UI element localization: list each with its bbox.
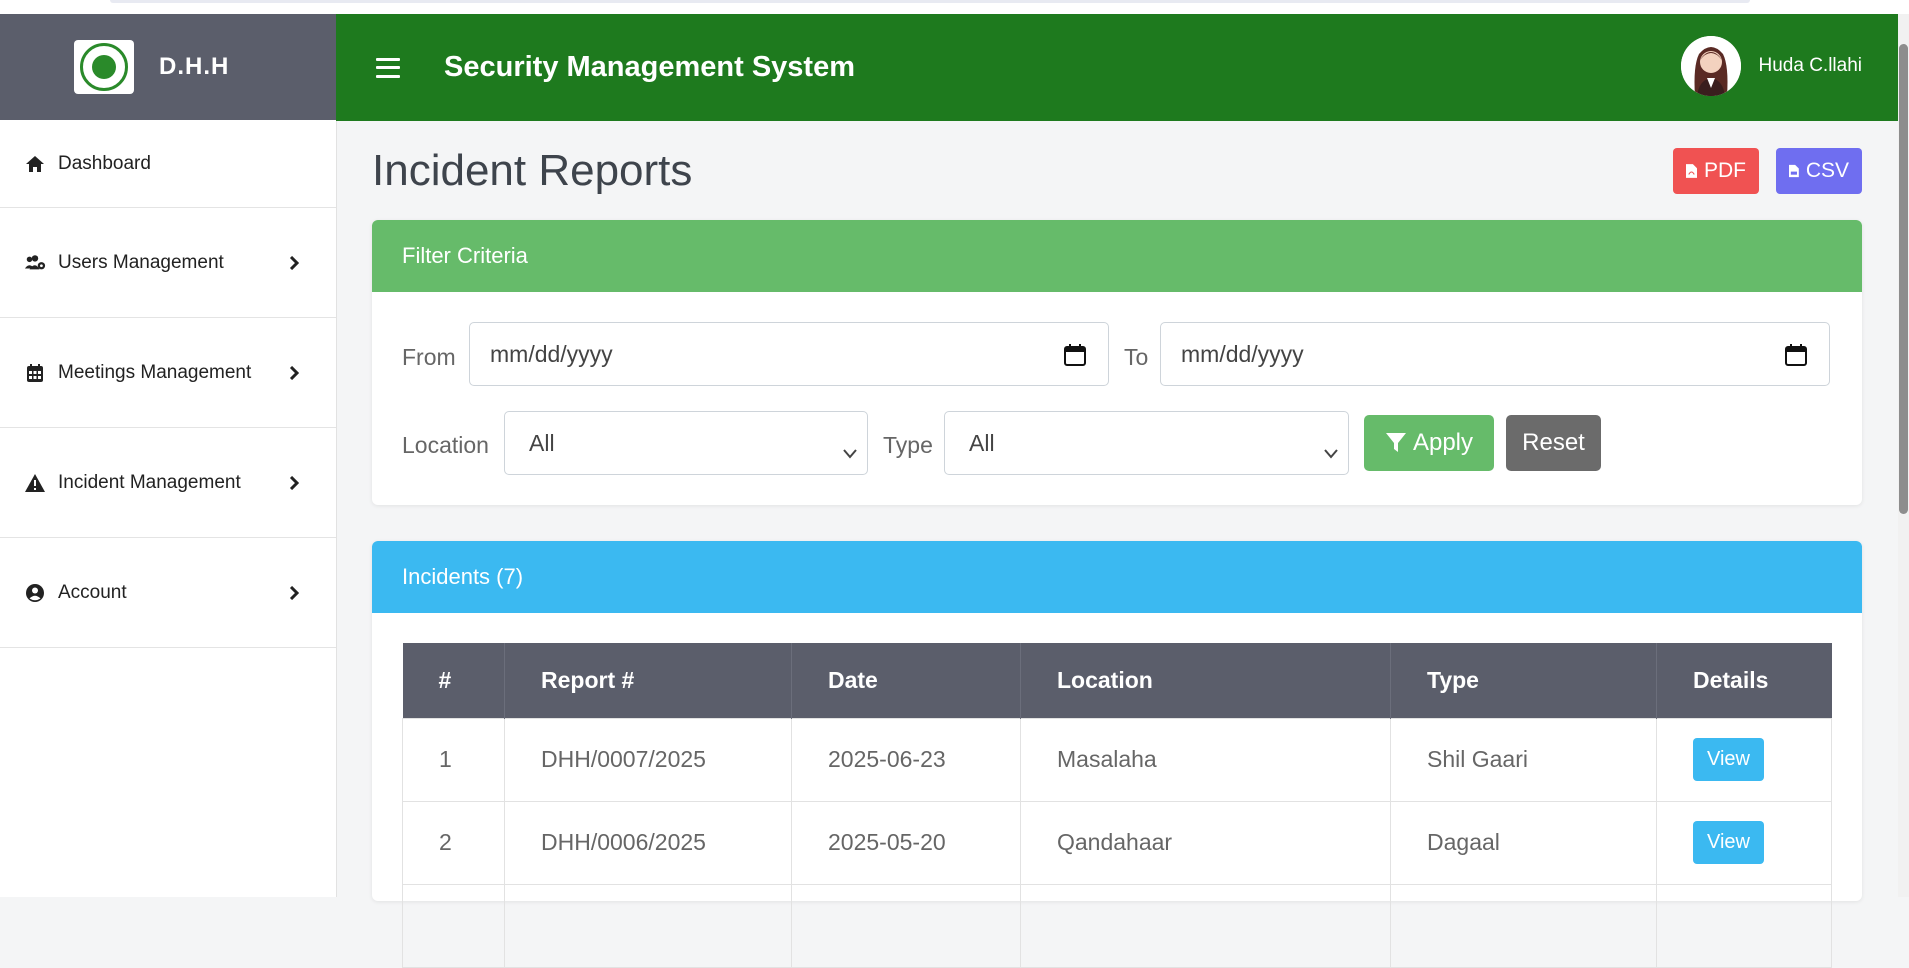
user-menu[interactable]: Huda C.llahi bbox=[1680, 36, 1863, 96]
cell-details: View bbox=[1656, 800, 1832, 885]
cell-location: Masalaha bbox=[1020, 717, 1391, 802]
type-label: Type bbox=[883, 432, 933, 458]
apply-filter-button[interactable]: Apply bbox=[1364, 415, 1494, 471]
cell-report: DHH/0006/2025 bbox=[504, 800, 792, 885]
cell-type: Dagaal bbox=[1390, 800, 1657, 885]
users-cog-icon bbox=[24, 253, 46, 273]
sidebar-item-label: Incident Management bbox=[58, 471, 241, 493]
table-row: 1 DHH/0007/2025 2025-06-23 Masalaha Shil… bbox=[402, 717, 1832, 802]
location-label: Location bbox=[402, 432, 489, 458]
sidebar-item-account[interactable]: Account bbox=[0, 538, 336, 648]
cell-type: Shil Gaari bbox=[1390, 717, 1657, 802]
column-header-type: Type bbox=[1390, 643, 1657, 718]
export-csv-label: CSV bbox=[1805, 159, 1849, 182]
from-label: From bbox=[402, 344, 456, 370]
column-header-number: # bbox=[402, 643, 505, 718]
sidebar-item-label: Meetings Management bbox=[58, 361, 252, 383]
sidebar-item-incident-management[interactable]: Incident Management bbox=[0, 428, 336, 538]
app-title: Security Management System bbox=[444, 51, 855, 83]
to-label: To bbox=[1124, 344, 1149, 370]
reset-filter-button[interactable]: Reset bbox=[1506, 415, 1601, 471]
type-select[interactable]: All bbox=[944, 411, 1349, 475]
cell-date: 2025-06-23 bbox=[791, 717, 1021, 802]
sidebar-item-label: Dashboard bbox=[58, 152, 151, 174]
calendar-picker-icon[interactable] bbox=[1064, 344, 1086, 372]
location-select[interactable]: All bbox=[504, 411, 868, 475]
apply-label: Apply bbox=[1412, 429, 1474, 456]
chevron-right-icon bbox=[284, 363, 304, 383]
cell-date: 2025-05-20 bbox=[791, 800, 1021, 885]
brand-name: D.H.H bbox=[159, 53, 230, 80]
top-header: Security Management System Huda C.llahi bbox=[336, 14, 1898, 121]
view-button[interactable]: View bbox=[1693, 821, 1764, 864]
column-header-details: Details bbox=[1656, 643, 1832, 718]
avatar bbox=[1680, 36, 1741, 96]
user-circle-icon bbox=[24, 583, 46, 603]
table-row bbox=[402, 883, 1832, 968]
view-button[interactable]: View bbox=[1693, 738, 1764, 781]
chevron-right-icon bbox=[284, 473, 304, 493]
cell-number: 1 bbox=[402, 717, 505, 802]
cell-location: Qandahaar bbox=[1020, 800, 1391, 885]
to-date-value: mm/dd/yyyy bbox=[1181, 340, 1304, 367]
home-icon bbox=[24, 154, 46, 174]
type-select-value: All bbox=[969, 429, 995, 456]
to-date-field[interactable]: mm/dd/yyyy bbox=[1160, 322, 1830, 386]
user-name: Huda C.llahi bbox=[1758, 55, 1863, 76]
warning-icon bbox=[24, 473, 46, 493]
export-csv-button[interactable]: CSV bbox=[1776, 148, 1862, 194]
from-date-field[interactable]: mm/dd/yyyy bbox=[469, 322, 1109, 386]
location-select-value: All bbox=[529, 429, 555, 456]
sidebar-item-label: Users Management bbox=[58, 251, 224, 273]
scrollbar-thumb[interactable] bbox=[1899, 44, 1908, 514]
calendar-picker-icon[interactable] bbox=[1785, 344, 1807, 372]
filter-card-heading: Filter Criteria bbox=[372, 220, 1862, 292]
export-pdf-label: PDF bbox=[1704, 159, 1746, 182]
csv-file-icon bbox=[1789, 164, 1799, 178]
menu-toggle-icon[interactable] bbox=[376, 57, 400, 78]
cell-number bbox=[402, 883, 505, 968]
cell-date bbox=[791, 883, 1021, 968]
sidebar-item-label: Account bbox=[58, 581, 127, 603]
chevron-right-icon bbox=[284, 253, 304, 273]
column-header-location: Location bbox=[1020, 643, 1391, 718]
from-date-value: mm/dd/yyyy bbox=[490, 340, 613, 367]
cell-details: View bbox=[1656, 717, 1832, 802]
calendar-icon bbox=[24, 363, 46, 383]
chevron-down-icon bbox=[1324, 438, 1338, 465]
table-row: 2 DHH/0006/2025 2025-05-20 Qandahaar Dag… bbox=[402, 800, 1832, 885]
incidents-card-heading: Incidents (7) bbox=[372, 541, 1862, 613]
cell-report bbox=[504, 883, 792, 968]
brand-logo bbox=[74, 40, 134, 94]
reset-label: Reset bbox=[1522, 429, 1585, 456]
sidebar: D.H.H Dashboard Users Management Meeting… bbox=[0, 14, 337, 897]
chevron-down-icon bbox=[843, 438, 857, 465]
cell-number: 2 bbox=[402, 800, 505, 885]
export-pdf-button[interactable]: PDF bbox=[1673, 148, 1759, 194]
cell-report: DHH/0007/2025 bbox=[504, 717, 792, 802]
pdf-file-icon bbox=[1686, 164, 1697, 178]
cell-type bbox=[1390, 883, 1657, 968]
table-header-row: # Report # Date Location Type Details bbox=[402, 643, 1832, 718]
column-header-date: Date bbox=[791, 643, 1021, 718]
cell-details bbox=[1656, 883, 1832, 968]
sidebar-item-meetings-management[interactable]: Meetings Management bbox=[0, 318, 336, 428]
page-title: Incident Reports bbox=[372, 146, 693, 195]
chevron-right-icon bbox=[284, 583, 304, 603]
sidebar-item-users-management[interactable]: Users Management bbox=[0, 208, 336, 318]
filter-icon bbox=[1385, 433, 1406, 452]
brand: D.H.H bbox=[0, 14, 336, 120]
column-header-report: Report # bbox=[504, 643, 792, 718]
browser-top-strip bbox=[0, 0, 1909, 14]
cell-location bbox=[1020, 883, 1391, 968]
incidents-table: # Report # Date Location Type Details 1 … bbox=[402, 643, 1832, 968]
sidebar-item-dashboard[interactable]: Dashboard bbox=[0, 120, 336, 208]
